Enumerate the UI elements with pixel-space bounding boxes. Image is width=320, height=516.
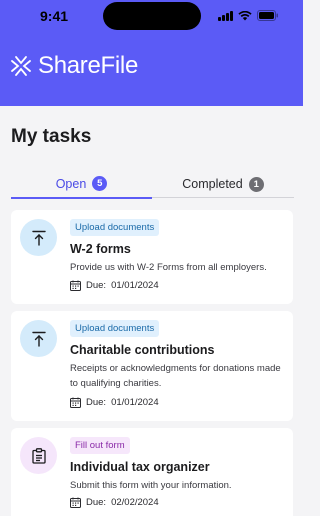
- due-date-value: 02/02/2024: [111, 497, 159, 508]
- task-card[interactable]: Upload documents W-2 forms Provide us wi…: [11, 210, 293, 304]
- tab-completed-label: Completed: [182, 177, 243, 191]
- status-icons: [218, 10, 279, 21]
- upload-icon: [20, 320, 57, 357]
- calendar-icon: [70, 397, 81, 408]
- due-date: Due: 02/02/2024: [70, 497, 159, 508]
- status-time: 9:41: [40, 8, 69, 24]
- tab-open[interactable]: Open 5: [11, 170, 152, 199]
- app-header: 9:41 ShareFile: [0, 0, 303, 106]
- task-name: Charitable contributions: [70, 343, 215, 357]
- upload-icon: [20, 219, 57, 256]
- task-type-tag: Upload documents: [70, 219, 160, 236]
- sharefile-logo-icon: [11, 56, 31, 76]
- due-date: Due: 01/01/2024: [70, 397, 159, 408]
- status-bar: 9:41: [0, 0, 303, 34]
- task-type-tag: Upload documents: [70, 320, 160, 337]
- main-content: My tasks Open 5 Completed 1 Upload docum…: [0, 106, 303, 516]
- due-label: Due:: [86, 280, 107, 291]
- task-card[interactable]: Fill out form Individual tax organizer S…: [11, 428, 293, 516]
- calendar-icon: [70, 280, 81, 291]
- dynamic-island: [103, 2, 201, 30]
- brand-logo: ShareFile: [10, 52, 138, 80]
- task-card[interactable]: Upload documents Charitable contribution…: [11, 311, 293, 421]
- wifi-icon: [238, 10, 252, 21]
- due-date-value: 01/01/2024: [111, 280, 159, 291]
- task-description: Provide us with W-2 Forms from all emplo…: [70, 262, 267, 273]
- tab-open-label: Open: [55, 176, 87, 191]
- battery-icon: [257, 10, 279, 21]
- due-date: Due: 01/01/2024: [70, 280, 159, 291]
- brand-name: ShareFile: [38, 52, 139, 79]
- calendar-icon: [70, 497, 81, 508]
- tab-completed-count-badge: 1: [248, 176, 264, 192]
- cellular-signal-icon: [218, 10, 233, 21]
- tab-completed[interactable]: Completed 1: [152, 170, 294, 198]
- clipboard-icon: [20, 437, 57, 474]
- task-description: Submit this form with your information.: [70, 480, 232, 491]
- task-name: W-2 forms: [70, 242, 131, 256]
- task-name: Individual tax organizer: [70, 460, 210, 474]
- page-title: My tasks: [11, 126, 92, 147]
- due-label: Due:: [86, 497, 107, 508]
- task-type-tag: Fill out form: [70, 437, 130, 454]
- due-label: Due:: [86, 397, 107, 408]
- task-tabs: Open 5 Completed 1: [11, 170, 294, 199]
- tab-open-count-badge: 5: [92, 176, 108, 191]
- task-description: Receipts or acknowledgments for donation…: [70, 363, 281, 389]
- due-date-value: 01/01/2024: [111, 397, 159, 408]
